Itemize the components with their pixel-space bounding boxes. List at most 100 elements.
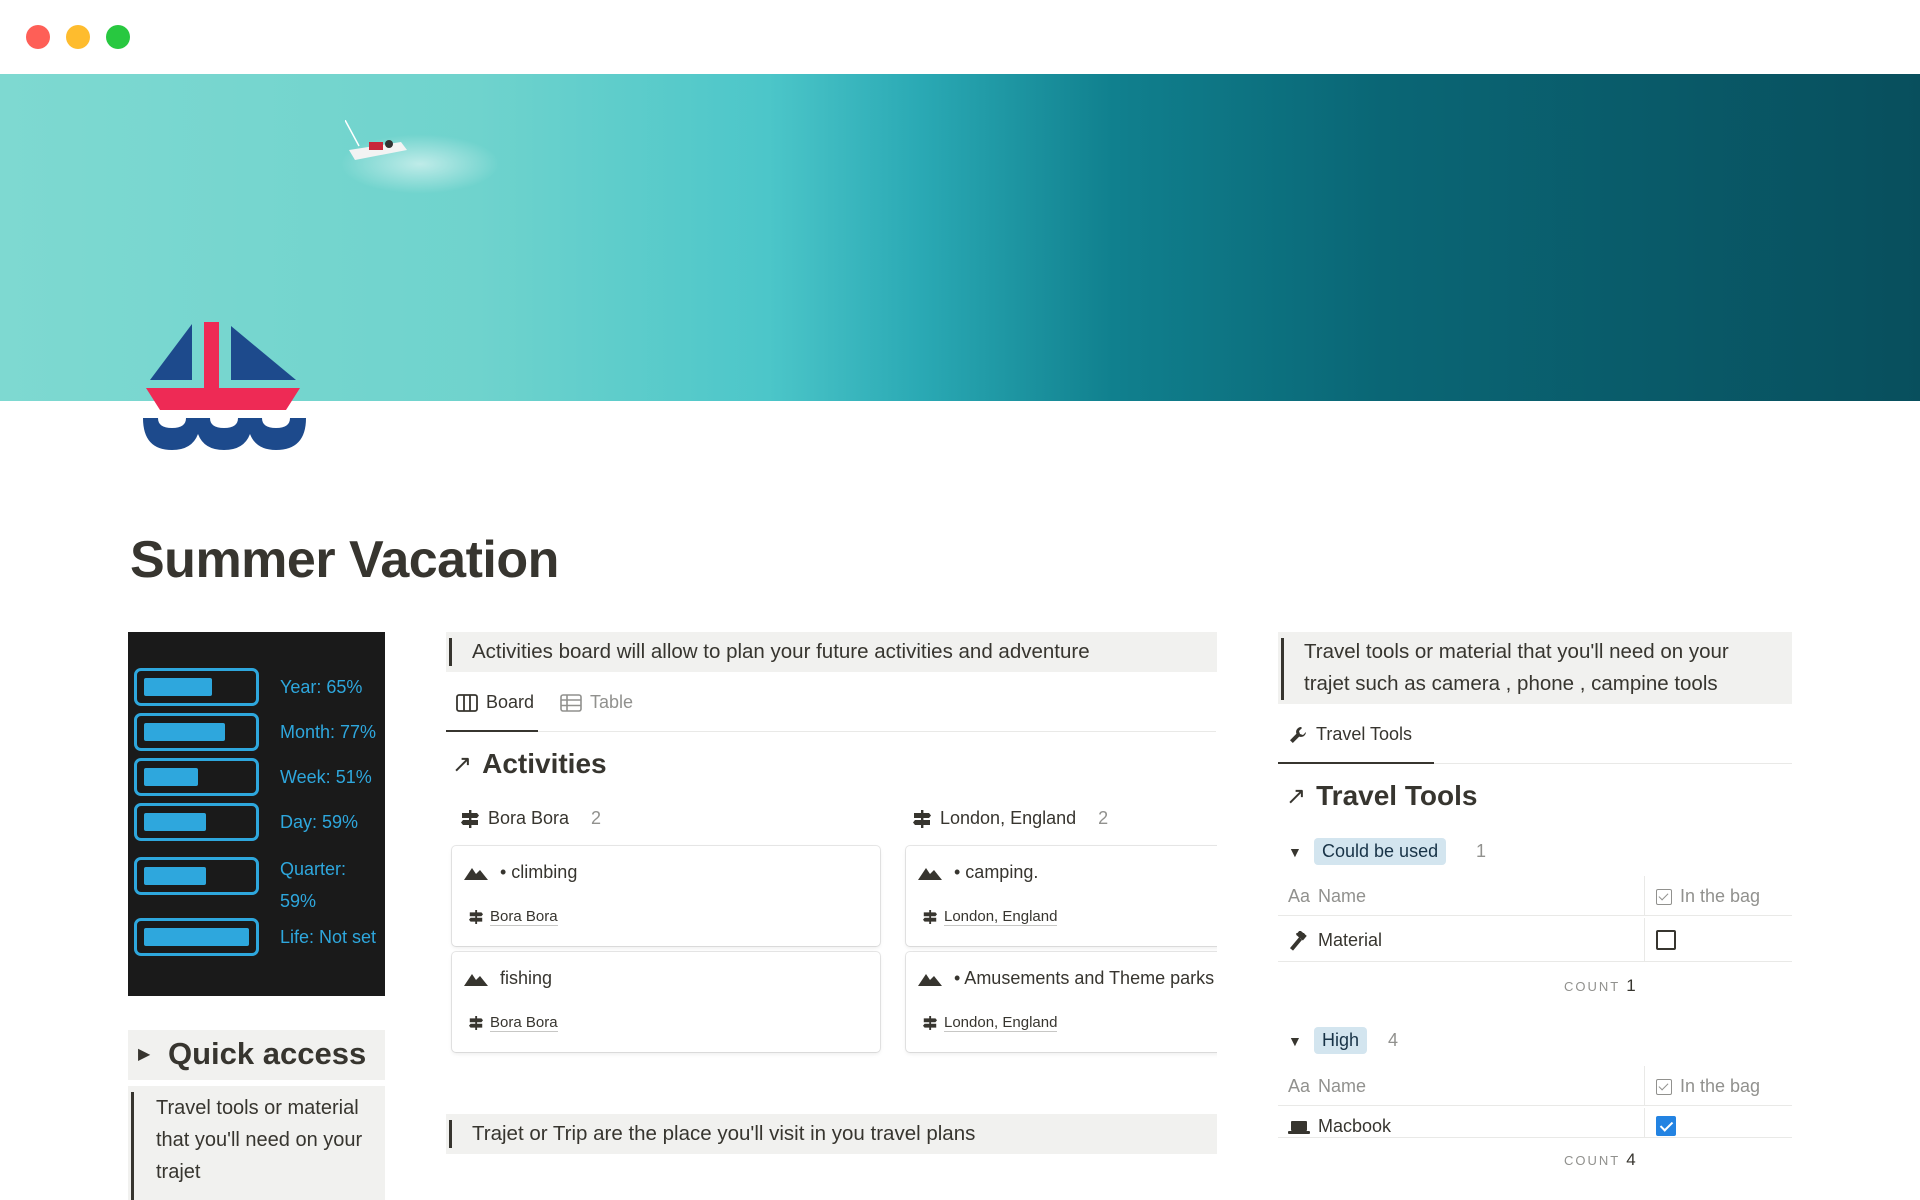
travel-tools-db-title[interactable]: ↗ Travel Tools <box>1286 780 1477 812</box>
column-divider <box>1644 876 1645 916</box>
activity-card[interactable]: • Amusements and Theme parks London, Eng… <box>906 952 1217 1052</box>
activity-card[interactable]: • climbing Bora Bora <box>452 846 880 946</box>
page-title[interactable]: Summer Vacation <box>130 530 559 590</box>
card-place-prop: London, England <box>922 1014 1058 1032</box>
travel-tools-title-text: Travel Tools <box>1316 780 1478 811</box>
board-group-bora-bora[interactable]: Bora Bora 2 <box>460 808 601 829</box>
tab-table[interactable]: Table <box>560 692 633 713</box>
card-title: • Amusements and Theme parks <box>918 968 1214 989</box>
tab-travel-tools[interactable]: Travel Tools <box>1288 724 1412 745</box>
progress-label: Quarter: 59% <box>280 859 347 911</box>
progress-bar-fill <box>144 678 212 696</box>
progress-bar-fill <box>144 928 249 946</box>
active-tab-indicator <box>446 730 538 732</box>
column-bag-header[interactable]: In the bag <box>1656 1076 1760 1097</box>
progress-row: Month: 77% <box>134 713 384 753</box>
caret-down-icon[interactable]: ▼ <box>1288 844 1302 860</box>
callout-quote-bar <box>1281 638 1284 700</box>
group-pill-high[interactable]: High <box>1314 1027 1368 1054</box>
activity-card[interactable]: • camping. London, England <box>906 846 1217 946</box>
minimize-window-button[interactable] <box>66 25 90 49</box>
progress-bar-fill <box>144 768 198 786</box>
signpost-icon <box>923 910 937 924</box>
laptop-icon <box>1288 1120 1310 1134</box>
group-count: 2 <box>591 808 602 828</box>
progress-bar-fill <box>144 723 225 741</box>
travel-tools-callout-text: Travel tools or material that you'll nee… <box>1304 640 1729 695</box>
count-footer[interactable]: COUNT 1 <box>1564 976 1636 996</box>
maximize-window-button[interactable] <box>106 25 130 49</box>
row-name-text: Material <box>1318 930 1383 950</box>
activities-view-tabs: Board Table <box>446 684 1216 732</box>
column-name-header[interactable]: Aa Name <box>1288 886 1366 907</box>
progress-bar <box>134 713 259 751</box>
card-title-text: fishing <box>500 968 553 988</box>
tab-table-label: Table <box>590 692 634 712</box>
count-value: 1 <box>1626 976 1636 995</box>
row-name-cell[interactable]: Material <box>1288 930 1382 951</box>
progress-bar <box>134 857 259 895</box>
checkbox-type-icon <box>1656 888 1672 905</box>
progress-row: Year: 65% <box>134 668 384 708</box>
board-group-london[interactable]: London, England 2 <box>912 808 1108 829</box>
card-place-text[interactable]: Bora Bora <box>490 1014 558 1032</box>
progress-row: Day: 59% <box>134 803 384 843</box>
text-type-icon: Aa <box>1288 1076 1311 1096</box>
progress-bar-fill <box>144 867 206 885</box>
card-title-text: • Amusements and Theme parks <box>954 968 1215 988</box>
in-bag-checkbox[interactable] <box>1656 1116 1676 1136</box>
card-place-text[interactable]: London, England <box>944 1014 1058 1032</box>
column-divider <box>1644 1066 1645 1106</box>
tab-travel-tools-label: Travel Tools <box>1316 724 1413 744</box>
text-type-icon: Aa <box>1288 886 1311 906</box>
in-bag-checkbox[interactable] <box>1656 930 1676 950</box>
card-place-text[interactable]: Bora Bora <box>490 908 558 926</box>
activities-callout-text: Activities board will allow to plan your… <box>472 640 1090 663</box>
travel-tools-callout: Travel tools or material that you'll nee… <box>1278 632 1792 704</box>
column-name-header[interactable]: Aa Name <box>1288 1076 1366 1097</box>
row-name-cell[interactable]: Macbook <box>1288 1116 1391 1137</box>
activity-card[interactable]: fishing Bora Bora <box>452 952 880 1052</box>
group-pill-could-be-used[interactable]: Could be used <box>1314 838 1447 865</box>
checkbox-type-icon <box>1656 1078 1672 1095</box>
tab-board[interactable]: Board <box>456 692 534 713</box>
table-icon <box>560 693 582 712</box>
signpost-icon <box>469 910 483 924</box>
progress-row: Week: 51% <box>134 758 384 798</box>
activities-callout: Activities board will allow to plan your… <box>446 632 1217 672</box>
count-footer[interactable]: COUNT 4 <box>1564 1150 1636 1170</box>
count-value: 4 <box>1626 1150 1636 1169</box>
progress-bar <box>134 803 259 841</box>
caret-right-icon[interactable]: ▶ <box>138 1044 150 1064</box>
trips-callout: Trajet or Trip are the place you'll visi… <box>446 1114 1217 1154</box>
close-window-button[interactable] <box>26 25 50 49</box>
group-name: Bora Bora <box>488 808 570 828</box>
card-place-prop: Bora Bora <box>468 908 558 926</box>
signpost-icon <box>913 809 931 828</box>
sailboat-icon[interactable] <box>140 318 310 458</box>
activities-board: Bora Bora 2 • climbing Bora Bora fishing… <box>446 740 1217 1060</box>
quick-access-callout-text: Travel tools or material that you'll nee… <box>156 1097 363 1183</box>
column-divider <box>1644 918 1645 962</box>
board-icon <box>456 693 478 712</box>
table-row[interactable]: Macbook <box>1278 1108 1792 1138</box>
count-label: COUNT <box>1564 1153 1621 1168</box>
column-name-label: Name <box>1318 886 1367 906</box>
card-place-prop: Bora Bora <box>468 1014 558 1032</box>
quick-access-toggle[interactable]: ▶ Quick access <box>128 1030 385 1080</box>
hammer-icon <box>1289 930 1307 951</box>
quick-access-callout: Travel tools or material that you'll nee… <box>128 1086 385 1200</box>
card-place-text[interactable]: London, England <box>944 908 1058 926</box>
quick-access-heading: Quick access <box>168 1036 367 1071</box>
linked-arrow-icon: ↗ <box>1286 782 1307 810</box>
caret-down-icon[interactable]: ▼ <box>1288 1033 1302 1049</box>
wrench-icon <box>1290 726 1306 743</box>
signpost-icon <box>461 809 479 828</box>
column-bag-header[interactable]: In the bag <box>1656 886 1760 907</box>
callout-quote-bar <box>449 1120 452 1148</box>
card-title-text: • climbing <box>500 862 578 882</box>
table-row[interactable]: Material <box>1278 918 1792 962</box>
card-title-text: • camping. <box>954 862 1039 882</box>
column-name-label: Name <box>1318 1076 1367 1096</box>
progress-bar-fill <box>144 813 206 831</box>
